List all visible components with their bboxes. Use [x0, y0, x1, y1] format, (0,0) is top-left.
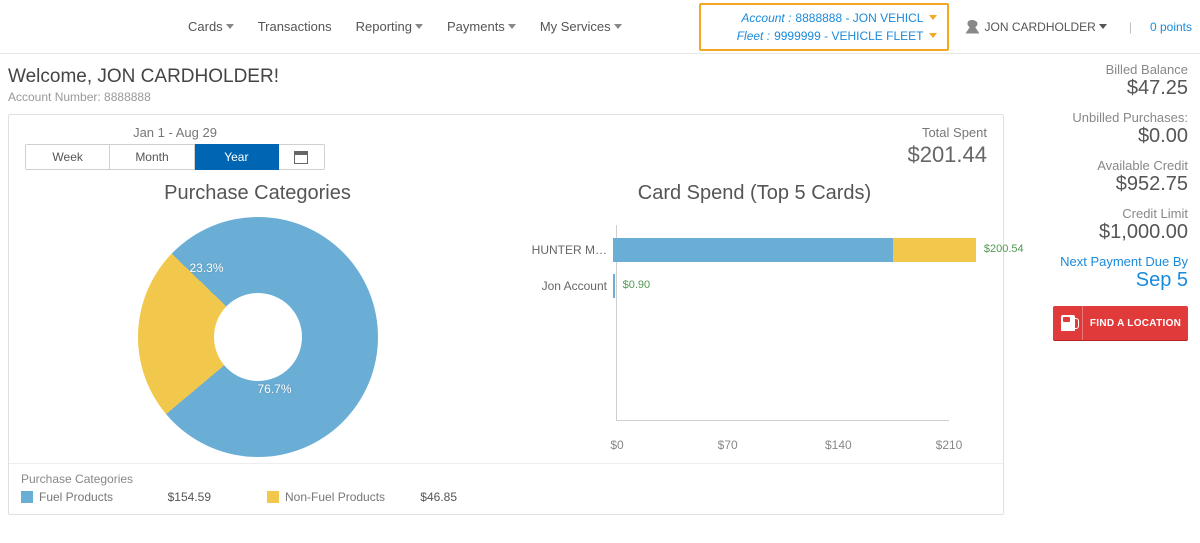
logo-area	[0, 0, 180, 53]
metric-label: Unbilled Purchases:	[1020, 110, 1188, 125]
chevron-down-icon	[929, 15, 937, 20]
welcome-heading: Welcome, JON CARDHOLDER!	[8, 66, 1004, 88]
chevron-down-icon	[226, 24, 234, 29]
user-icon	[965, 20, 979, 34]
donut-chart: 76.7% 23.3%	[138, 217, 378, 457]
context-selector: Account : 8888888 - JON VEHICL Fleet : 9…	[699, 3, 949, 51]
date-range-label: Jan 1 - Aug 29	[25, 125, 325, 140]
user-menu[interactable]: JON CARDHOLDER	[965, 20, 1106, 34]
bar-segment-fuel	[613, 274, 615, 298]
bar-chart: HUNTER M…$200.54 Jon Account $0.90 $0 $70 $14…	[516, 225, 993, 457]
seg-year[interactable]: Year	[195, 144, 279, 170]
bar-row: HUNTER M…$200.54	[517, 235, 993, 265]
legend-value: $154.59	[168, 490, 211, 504]
bar-title: Card Spend (Top 5 Cards)	[516, 182, 993, 205]
seg-week[interactable]: Week	[25, 144, 110, 170]
metric-label: Billed Balance	[1020, 62, 1188, 77]
chevron-down-icon	[929, 33, 937, 38]
left-column: Welcome, JON CARDHOLDER! Account Number:…	[8, 62, 1004, 515]
chevron-down-icon	[508, 24, 516, 29]
legend-item: Non-Fuel Products $46.85	[267, 490, 457, 504]
metric-next-payment[interactable]: Next Payment Due By Sep 5	[1020, 254, 1188, 292]
date-range: Jan 1 - Aug 29 Week Month Year	[25, 125, 325, 170]
calendar-icon	[294, 151, 308, 164]
metric-label: Credit Limit	[1020, 206, 1188, 221]
metric-available: Available Credit $952.75	[1020, 158, 1188, 196]
metric-limit: Credit Limit $1,000.00	[1020, 206, 1188, 244]
bar-row: Jon Account $0.90	[517, 271, 993, 301]
dashboard-header: Jan 1 - Aug 29 Week Month Year Total Spe…	[9, 115, 1003, 170]
legend-item: Fuel Products $154.59	[21, 490, 211, 504]
separator: |	[1129, 20, 1132, 34]
metric-billed: Billed Balance $47.25	[1020, 62, 1188, 100]
find-location-label: FIND A LOCATION	[1083, 318, 1188, 329]
range-segmented: Week Month Year	[25, 144, 325, 170]
legend-label: Non-Fuel Products	[285, 490, 385, 504]
donut-slice-2-label: 23.3%	[190, 261, 224, 275]
find-location-button[interactable]: FIND A LOCATION	[1053, 306, 1188, 340]
metric-unbilled: Unbilled Purchases: $0.00	[1020, 110, 1188, 148]
total-spent: Total Spent $201.44	[907, 125, 987, 168]
x-tick: $70	[718, 438, 738, 452]
pump-icon-box	[1053, 306, 1083, 340]
fuel-pump-icon	[1061, 315, 1075, 331]
nav-reporting[interactable]: Reporting	[348, 13, 431, 40]
nav-myservices[interactable]: My Services	[532, 13, 630, 40]
metric-value: $0.00	[1020, 125, 1188, 148]
points-link[interactable]: 0 points	[1150, 20, 1192, 34]
right-column: Billed Balance $47.25 Unbilled Purchases…	[1020, 62, 1192, 515]
legend-swatch	[21, 491, 33, 503]
bar-data-label: $200.54	[984, 243, 1024, 255]
bar-segment-fuel	[613, 238, 893, 262]
bar-category-label: Jon Account	[517, 279, 613, 293]
total-spent-label: Total Spent	[907, 125, 987, 140]
metric-value: $47.25	[1020, 77, 1188, 100]
metric-value: $1,000.00	[1020, 221, 1188, 244]
bar-category-label: HUNTER M…	[517, 243, 613, 257]
user-area: JON CARDHOLDER | 0 points	[965, 20, 1192, 34]
account-selector[interactable]: Account : 8888888 - JON VEHICL	[711, 9, 937, 27]
x-tick: $210	[936, 438, 963, 452]
nav-cards[interactable]: Cards	[180, 13, 242, 40]
legend-swatch	[267, 491, 279, 503]
chevron-down-icon	[1099, 24, 1107, 29]
bar-panel: Card Spend (Top 5 Cards) HUNTER M…$200.5…	[506, 182, 1003, 457]
metric-value: $952.75	[1020, 173, 1188, 196]
donut-slice-1-label: 76.7%	[258, 382, 292, 396]
bar-track: $200.54	[613, 238, 993, 262]
bar-data-label: $0.90	[623, 279, 651, 291]
metric-label: Next Payment Due By	[1020, 254, 1188, 269]
legend-value: $46.85	[420, 490, 457, 504]
donut-title: Purchase Categories	[19, 182, 496, 205]
nav-transactions[interactable]: Transactions	[250, 13, 340, 40]
bar-segment-nonfuel	[893, 238, 976, 262]
chevron-down-icon	[415, 24, 423, 29]
dashboard-body: Purchase Categories 76.7% 23.3% Card Spe…	[9, 182, 1003, 463]
chevron-down-icon	[614, 24, 622, 29]
fleet-selector[interactable]: Fleet : 9999999 - VEHICLE FLEET	[711, 27, 937, 45]
x-tick: $140	[825, 438, 852, 452]
bar-track: $0.90	[613, 274, 993, 298]
account-number-line: Account Number: 8888888	[8, 90, 1004, 104]
legend-strip: Purchase Categories Fuel Products $154.59…	[9, 463, 1003, 514]
total-spent-value: $201.44	[907, 142, 987, 168]
dashboard-card: Jan 1 - Aug 29 Week Month Year Total Spe…	[8, 114, 1004, 515]
seg-month[interactable]: Month	[110, 144, 194, 170]
x-tick: $0	[610, 438, 623, 452]
metric-label: Available Credit	[1020, 158, 1188, 173]
content-area: Welcome, JON CARDHOLDER! Account Number:…	[0, 54, 1200, 515]
metric-value: Sep 5	[1020, 269, 1188, 292]
donut-panel: Purchase Categories 76.7% 23.3%	[9, 182, 506, 457]
legend-title: Purchase Categories	[21, 472, 991, 486]
top-nav: Cards Transactions Reporting Payments My…	[0, 0, 1200, 54]
main-nav: Cards Transactions Reporting Payments My…	[180, 13, 630, 40]
nav-payments[interactable]: Payments	[439, 13, 524, 40]
legend-label: Fuel Products	[39, 490, 113, 504]
seg-calendar[interactable]	[279, 144, 325, 170]
